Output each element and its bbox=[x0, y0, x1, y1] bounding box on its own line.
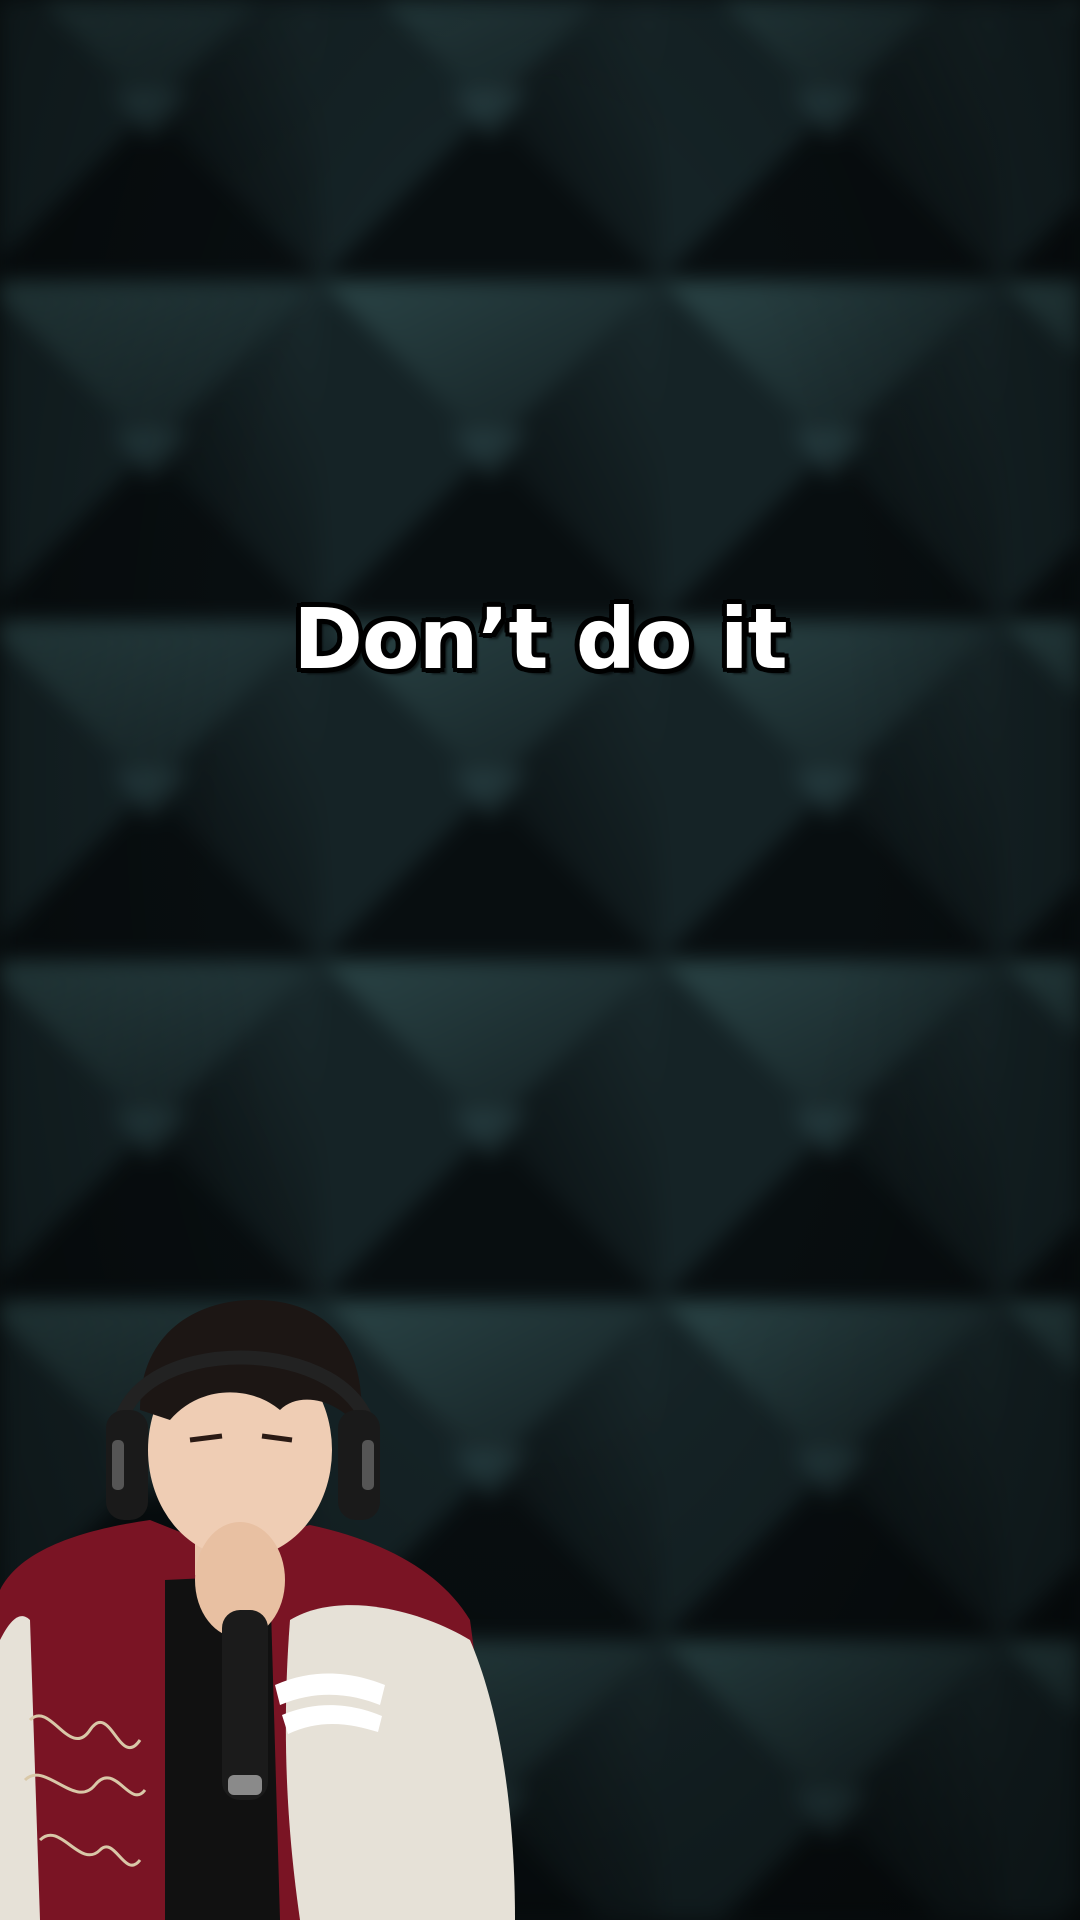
beatboxer-performer bbox=[0, 1299, 515, 1920]
video-caption: Don’t do it bbox=[293, 590, 788, 688]
video-frame[interactable]: Don’t do it bbox=[0, 0, 1080, 1920]
